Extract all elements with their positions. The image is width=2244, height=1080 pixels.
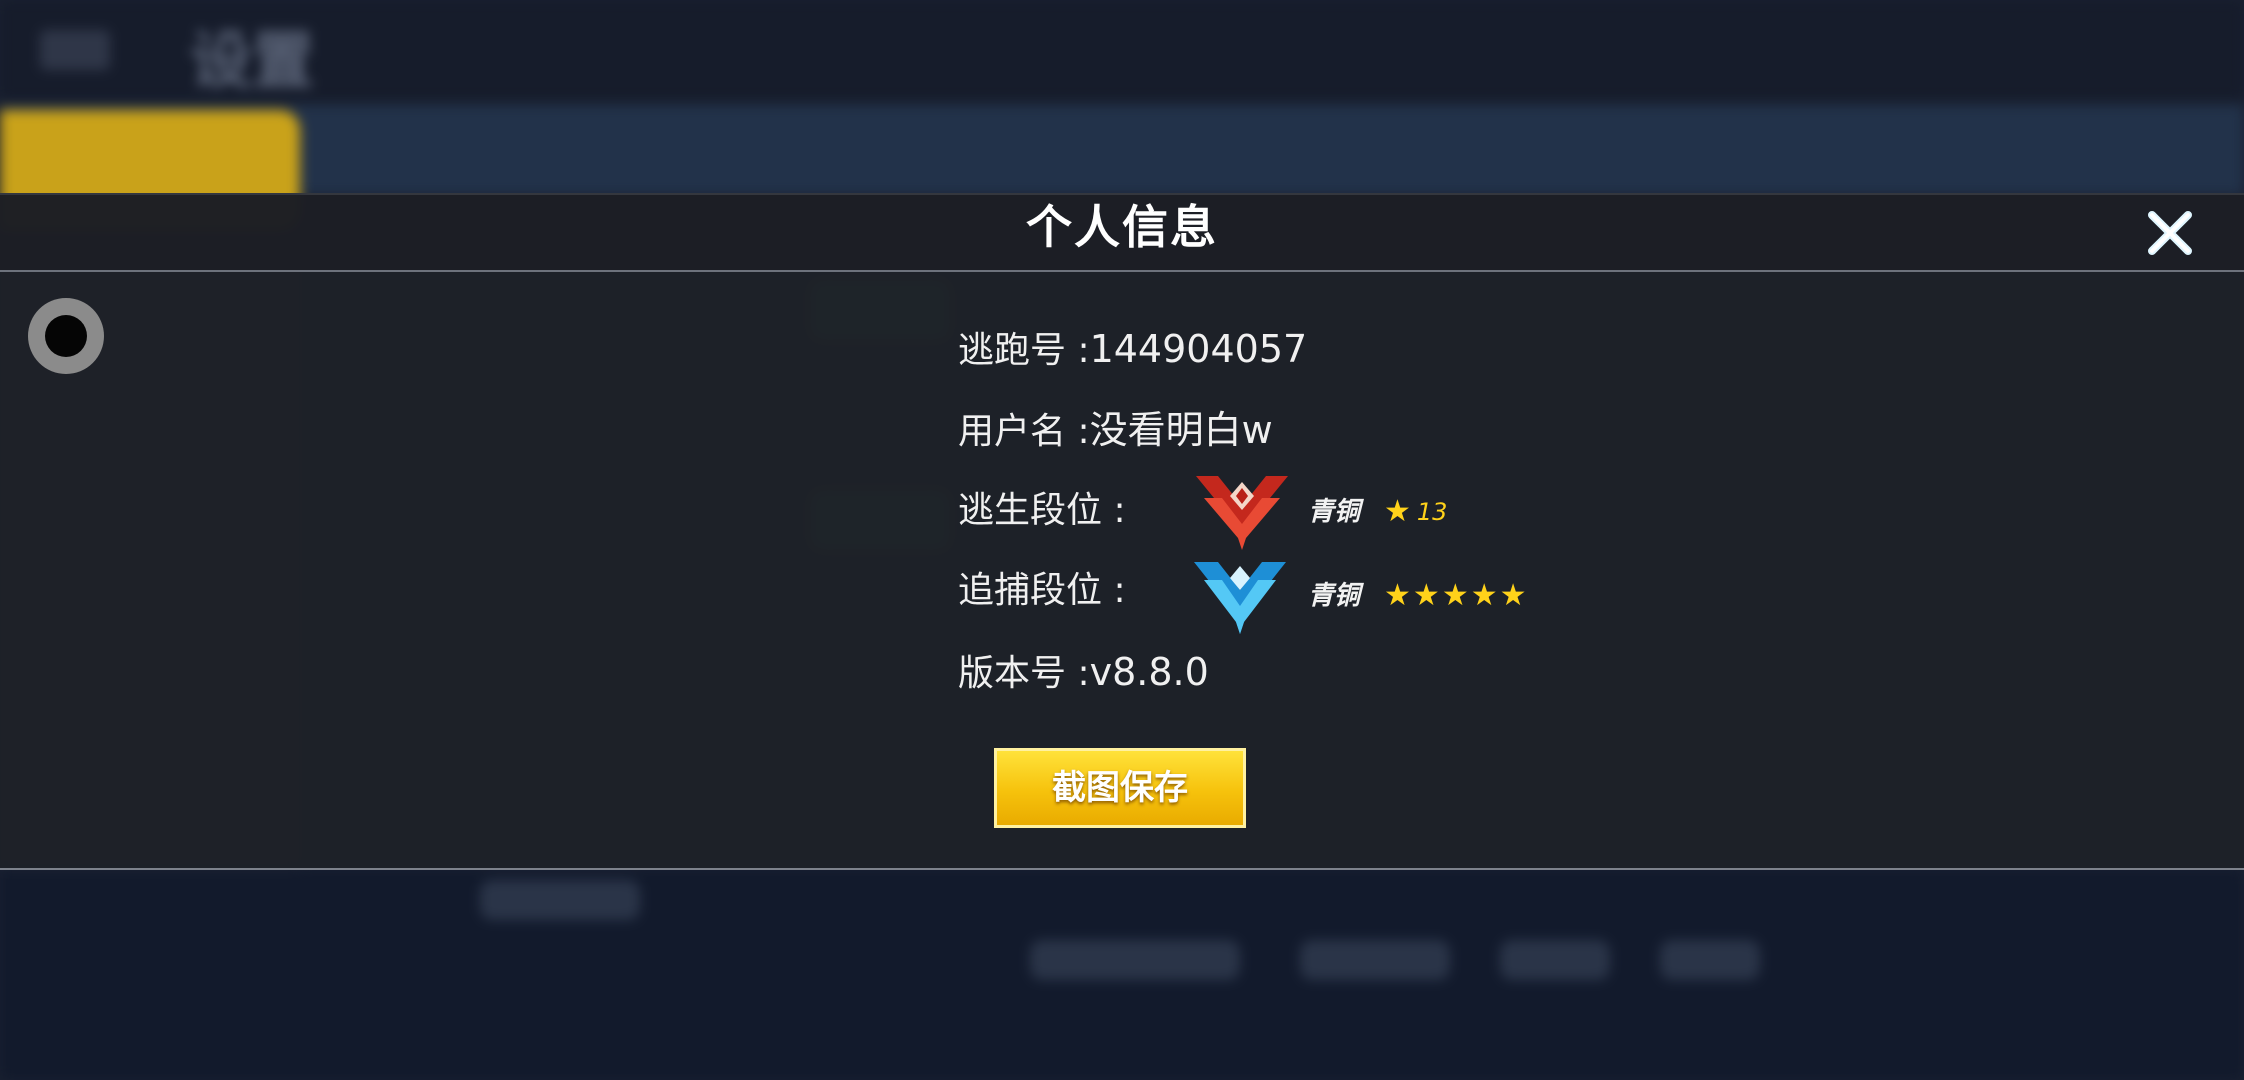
- header-divider: [0, 270, 2244, 272]
- star-icon: ★: [1384, 578, 1411, 613]
- star-icon: ★: [1384, 494, 1411, 529]
- username-label: 用户名 :: [958, 411, 1090, 452]
- background-blurred-element: [1300, 940, 1450, 980]
- star-icon: ★: [1499, 578, 1527, 613]
- account-id-value: 144904057: [1089, 327, 1308, 371]
- chase-rank-name: 青铜: [1308, 581, 1361, 611]
- escape-rank-stars: ★ 13: [1384, 494, 1447, 530]
- version-label: 版本号 :: [958, 653, 1090, 694]
- background-blurred-element: [1660, 940, 1760, 980]
- escape-rank-star-count: 13: [1416, 498, 1448, 526]
- save-screenshot-button[interactable]: 截图保存: [994, 748, 1246, 828]
- close-icon: [2148, 211, 2192, 255]
- background-top-bar: [0, 0, 2244, 100]
- star-icon: ★: [1412, 578, 1440, 613]
- account-id-label: 逃跑号 :: [958, 330, 1090, 371]
- blue-rank-emblem-icon: [1194, 562, 1286, 634]
- version-value: v8.8.0: [1089, 650, 1209, 694]
- star-icon: ★: [1441, 578, 1469, 613]
- escape-rank-name: 青铜: [1308, 497, 1361, 527]
- close-button[interactable]: [2142, 205, 2198, 261]
- background-blurred-element: [480, 880, 640, 920]
- username-value: 没看明白w: [1089, 408, 1273, 452]
- chase-rank-stars: ★ ★ ★ ★ ★: [1384, 578, 1527, 614]
- background-page-title: 设置: [190, 24, 315, 97]
- back-arrow-icon: [40, 30, 110, 70]
- background-tab-band: [0, 105, 2244, 195]
- red-rank-emblem-icon: [1196, 476, 1288, 550]
- version-row: 版本号 :v8.8.0: [958, 647, 1209, 699]
- panel-title: 个人信息: [1026, 200, 1218, 254]
- star-icon: ★: [1470, 578, 1498, 613]
- chase-rank-label: 追捕段位 :: [958, 570, 1126, 611]
- background-blurred-element: [1500, 940, 1610, 980]
- escape-rank-label: 逃生段位 :: [958, 490, 1126, 531]
- floating-assist-button[interactable]: [28, 298, 104, 374]
- background-blurred-element: [1030, 940, 1240, 980]
- account-id-row: 逃跑号 :144904057: [958, 324, 1307, 376]
- username-row: 用户名 :没看明白w: [958, 405, 1273, 457]
